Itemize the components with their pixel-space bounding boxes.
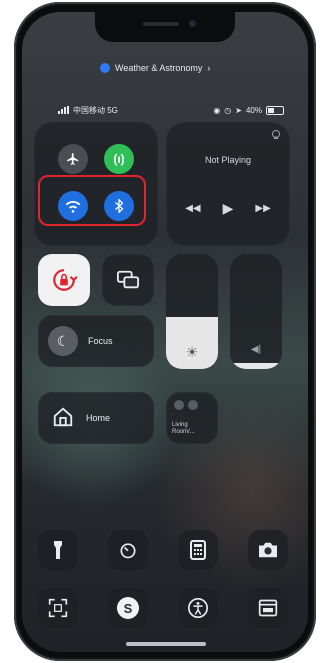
notch xyxy=(95,12,235,42)
volume-slider[interactable]: ◀| xyxy=(230,254,282,369)
orientation-lock-button[interactable] xyxy=(38,254,90,306)
calculator-button[interactable] xyxy=(178,530,218,570)
shazam-button[interactable]: S xyxy=(108,588,148,628)
chevron-right-icon: › xyxy=(207,63,211,73)
timer-button[interactable] xyxy=(108,530,148,570)
location-status-icon: ➤ xyxy=(235,105,242,115)
screen-mirroring-button[interactable] xyxy=(102,254,154,306)
cellular-data-button[interactable]: (ı) xyxy=(104,144,134,174)
location-arrow-icon xyxy=(100,63,110,73)
flashlight-icon xyxy=(54,541,62,559)
alarm-status-icon: ◷ xyxy=(224,105,232,115)
brightness-slider[interactable]: ☀ xyxy=(166,254,218,369)
home-indicator[interactable] xyxy=(126,642,206,646)
screen-time-icon xyxy=(258,599,278,617)
cellular-antenna-icon: (ı) xyxy=(113,152,125,166)
living-room-label-1: Living xyxy=(172,422,188,428)
battery-icon xyxy=(266,105,284,115)
flashlight-button[interactable] xyxy=(38,530,78,570)
home-icon xyxy=(53,407,73,427)
signal-bars-icon xyxy=(58,106,69,114)
code-scanner-button[interactable] xyxy=(38,588,78,628)
camera-button[interactable] xyxy=(248,530,288,570)
status-bar: 中国移动 5G ◉ ◷ ➤ 40% xyxy=(58,103,284,117)
accessibility-button[interactable] xyxy=(178,588,218,628)
previous-track-button[interactable]: ◀◀ xyxy=(185,203,200,214)
wifi-bluetooth-highlight-box xyxy=(38,175,146,226)
now-playing-title: Not Playing xyxy=(204,155,252,165)
home-button[interactable]: Home xyxy=(38,392,154,444)
airplane-icon xyxy=(67,153,79,165)
next-track-button[interactable]: ▶▶ xyxy=(255,203,270,214)
screen-time-button[interactable] xyxy=(248,588,288,628)
location-indicator[interactable]: Weather & Astronomy › xyxy=(100,60,210,76)
shazam-icon: S xyxy=(117,597,139,619)
battery-percent: 40% xyxy=(245,105,262,115)
camera-icon xyxy=(259,542,277,558)
living-room-scene-button[interactable]: Living Room/... xyxy=(166,392,218,444)
timer-icon xyxy=(120,543,136,559)
sun-icon: ☀ xyxy=(185,344,199,360)
living-room-label-2: Room/... xyxy=(172,429,195,435)
now-playing-module[interactable]: Not Playing ◀◀ ▶ ▶▶ xyxy=(166,122,290,246)
accessibility-icon xyxy=(188,598,208,618)
home-label: Home xyxy=(86,413,111,423)
airplane-mode-button[interactable] xyxy=(58,144,88,174)
play-button[interactable]: ▶ xyxy=(223,200,234,217)
volume-fill xyxy=(230,363,282,369)
moon-icon: ☾ xyxy=(48,326,78,356)
speaker-icon: ◀| xyxy=(250,344,262,355)
screen-mirroring-icon xyxy=(117,270,139,289)
code-scanner-icon xyxy=(48,598,68,618)
carrier-label: 中国移动 5G xyxy=(73,105,118,115)
scene-icon xyxy=(174,400,184,410)
orientation-lock-icon xyxy=(53,269,77,291)
orientation-lock-status-icon: ◉ xyxy=(213,105,221,115)
focus-label: Focus xyxy=(88,336,113,346)
location-indicator-label: Weather & Astronomy xyxy=(115,63,203,73)
control-center-screen: Weather & Astronomy › 中国移动 5G ◉ ◷ ➤ 40% … xyxy=(22,12,308,652)
speaker-grille xyxy=(143,22,179,26)
airplay-icon[interactable] xyxy=(270,128,282,140)
focus-button[interactable]: ☾ Focus xyxy=(38,315,154,367)
calculator-icon xyxy=(190,540,206,560)
front-camera xyxy=(189,20,196,27)
scene-icon-secondary xyxy=(188,400,198,410)
